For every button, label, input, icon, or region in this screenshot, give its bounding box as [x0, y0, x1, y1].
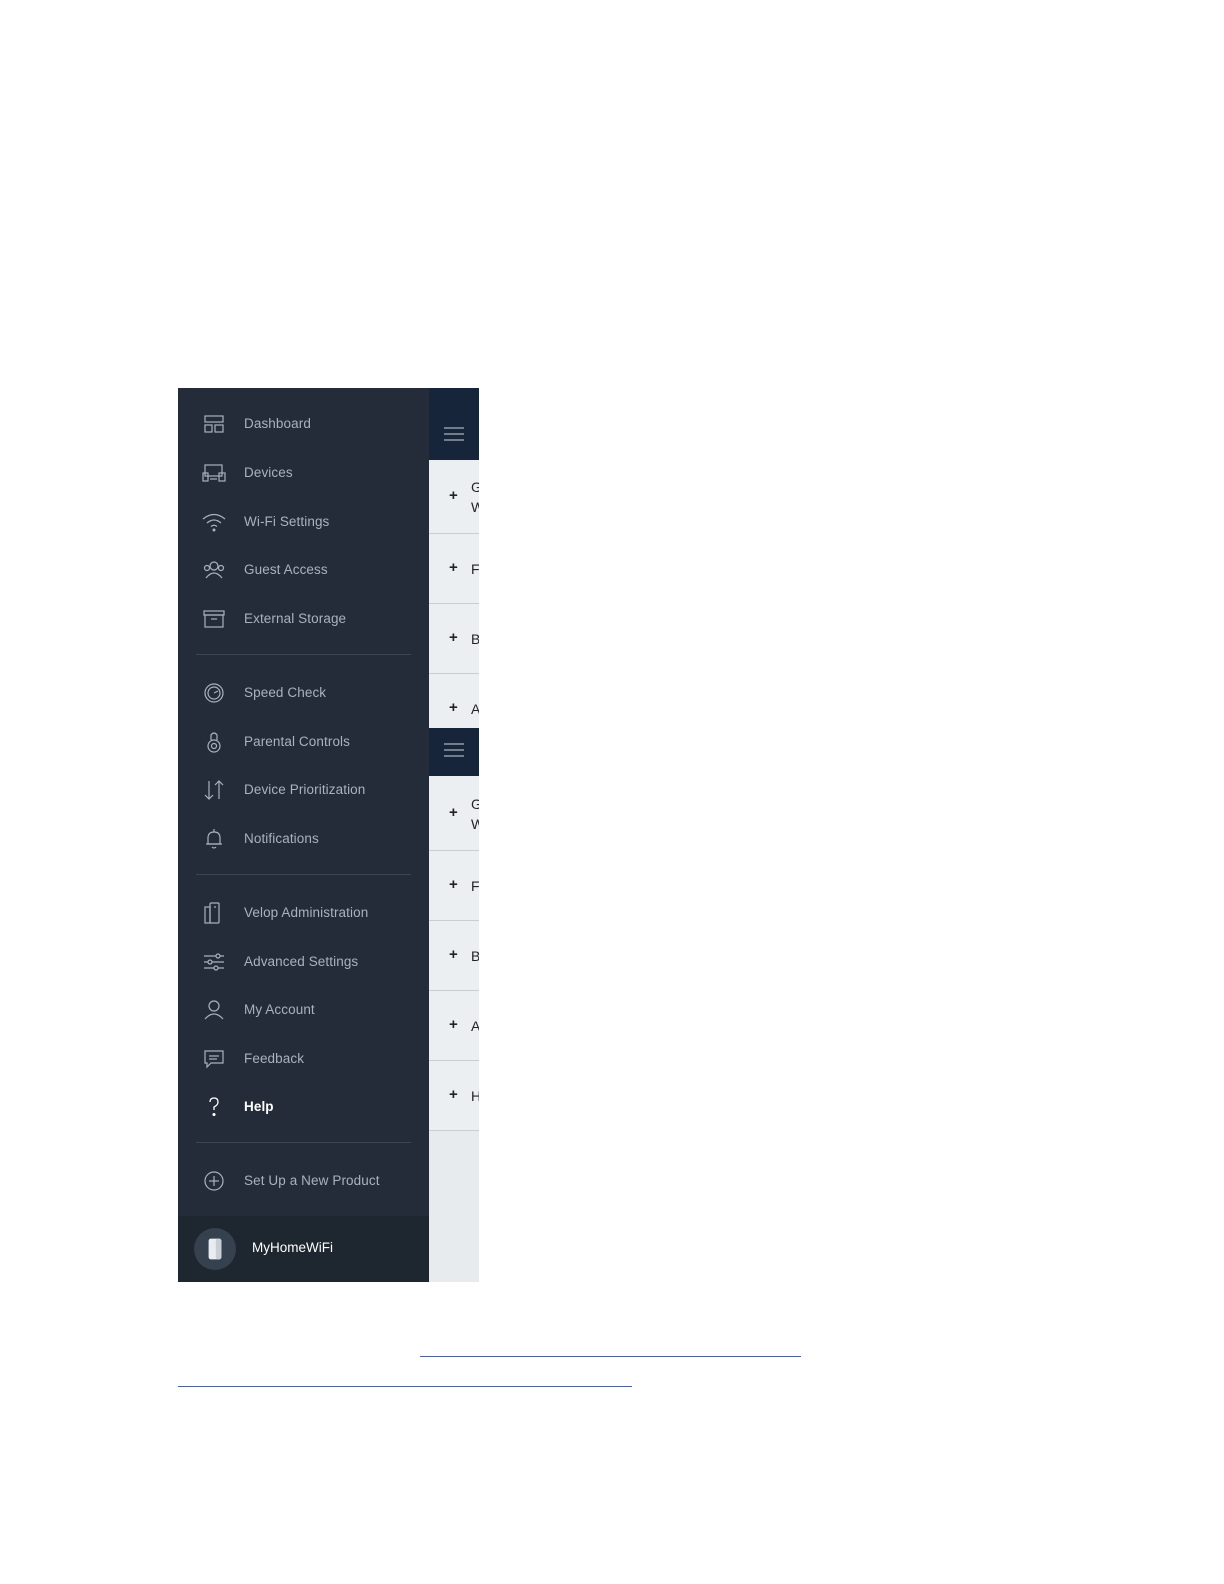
sidebar-item-label: Advanced Settings: [244, 953, 359, 969]
list-item-label: F: [471, 561, 479, 577]
avatar: [194, 1228, 236, 1270]
list-item[interactable]: + A: [429, 674, 479, 728]
list-item-label: H: [471, 1088, 479, 1104]
list-item[interactable]: + A: [429, 991, 479, 1061]
sidebar-item-label: Wi-Fi Settings: [244, 513, 330, 529]
bell-icon: [202, 828, 226, 850]
sidebar-item-notifications[interactable]: Notifications: [178, 818, 429, 858]
list-item-label: F: [471, 878, 479, 894]
hyperlink-underline[interactable]: [420, 1356, 801, 1357]
sidebar-item-device-prioritization[interactable]: Device Prioritization: [178, 769, 429, 809]
sidebar-item-advanced-settings[interactable]: Advanced Settings: [178, 941, 429, 981]
sidebar-item-external-storage[interactable]: External Storage: [178, 598, 429, 638]
sidebar-item-label: Devices: [244, 464, 293, 480]
list-item-label: B: [471, 948, 479, 964]
add-circle-icon: [202, 1170, 226, 1192]
sidebar-item-speed-check[interactable]: Speed Check: [178, 672, 429, 712]
sidebar-item-label: Parental Controls: [244, 733, 351, 749]
panel-empty-area: [429, 1131, 479, 1282]
list-item-label: A: [471, 701, 479, 717]
app-screenshot: Dashboard Devices Wi-Fi Settings Guest A…: [178, 388, 479, 1282]
list-item-label: A: [471, 1018, 479, 1034]
sidebar-item-help[interactable]: Help: [178, 1086, 429, 1126]
sidebar-item-label: Help: [244, 1098, 274, 1114]
expand-icon: +: [449, 1016, 458, 1033]
list-item-label: G W: [471, 479, 479, 515]
hamburger-menu-icon[interactable]: [443, 742, 465, 758]
guest-icon: [202, 559, 226, 581]
help-icon: [202, 1096, 226, 1118]
sliders-icon: [202, 951, 226, 973]
prioritization-arrows-icon: [202, 779, 226, 801]
list-item[interactable]: + B: [429, 921, 479, 991]
hamburger-menu-icon[interactable]: [443, 426, 465, 442]
sidebar-item-label: Notifications: [244, 830, 319, 846]
sidebar-item-label: Feedback: [244, 1050, 305, 1066]
sidebar-item-velop-administration[interactable]: Velop Administration: [178, 892, 429, 932]
sidebar-item-wifi-settings[interactable]: Wi-Fi Settings: [178, 501, 429, 541]
app-header-bar: [429, 388, 479, 460]
network-selector[interactable]: MyHomeWiFi: [178, 1216, 429, 1282]
expand-icon: +: [449, 559, 458, 576]
velop-node-icon: [208, 1238, 222, 1260]
dashboard-icon: [202, 413, 226, 435]
sidebar-item-label: Device Prioritization: [244, 781, 366, 797]
feedback-icon: [202, 1048, 226, 1070]
expand-icon: +: [449, 487, 458, 504]
expand-icon: +: [449, 804, 458, 821]
sidebar-item-guest-access[interactable]: Guest Access: [178, 549, 429, 589]
list-item-label: G W: [471, 796, 479, 832]
velop-nodes-icon: [202, 902, 226, 924]
list-item[interactable]: + G W: [429, 776, 479, 851]
expand-icon: +: [449, 876, 458, 893]
devices-icon: [202, 462, 226, 484]
sidebar-item-parental-controls[interactable]: Parental Controls: [178, 721, 429, 761]
list-item[interactable]: + F: [429, 851, 479, 921]
speedometer-icon: [202, 682, 226, 704]
network-name: MyHomeWiFi: [252, 1240, 333, 1255]
sidebar-menu: Dashboard Devices Wi-Fi Settings Guest A…: [178, 388, 429, 1282]
sidebar-item-devices[interactable]: Devices: [178, 452, 429, 492]
wifi-icon: [202, 511, 226, 533]
list-item[interactable]: + B: [429, 604, 479, 674]
sidebar-item-label: Guest Access: [244, 561, 328, 577]
parental-controls-icon: [202, 731, 226, 753]
expand-icon: +: [449, 699, 458, 716]
list-item[interactable]: + G W: [429, 460, 479, 534]
sidebar-divider: [196, 1142, 411, 1143]
user-icon: [202, 999, 226, 1021]
sidebar-divider: [196, 654, 411, 655]
sidebar-item-label: Dashboard: [244, 415, 311, 431]
list-item-label: B: [471, 631, 479, 647]
expand-icon: +: [449, 946, 458, 963]
sidebar-item-set-up-new-product[interactable]: Set Up a New Product: [178, 1160, 429, 1200]
sidebar-item-label: My Account: [244, 1001, 315, 1017]
expand-icon: +: [449, 1086, 458, 1103]
sidebar-item-dashboard[interactable]: Dashboard: [178, 403, 429, 443]
hyperlink-underline[interactable]: [178, 1386, 632, 1387]
sidebar-item-label: Speed Check: [244, 684, 327, 700]
sidebar-item-label: Set Up a New Product: [244, 1172, 380, 1188]
storage-icon: [202, 608, 226, 630]
sidebar-item-label: External Storage: [244, 610, 347, 626]
app-header-bar: [429, 728, 479, 776]
sidebar-item-label: Velop Administration: [244, 904, 369, 920]
sidebar-item-my-account[interactable]: My Account: [178, 989, 429, 1029]
expand-icon: +: [449, 629, 458, 646]
sidebar-divider: [196, 874, 411, 875]
sidebar-item-feedback[interactable]: Feedback: [178, 1038, 429, 1078]
list-item[interactable]: + H: [429, 1061, 479, 1131]
list-item[interactable]: + F: [429, 534, 479, 604]
